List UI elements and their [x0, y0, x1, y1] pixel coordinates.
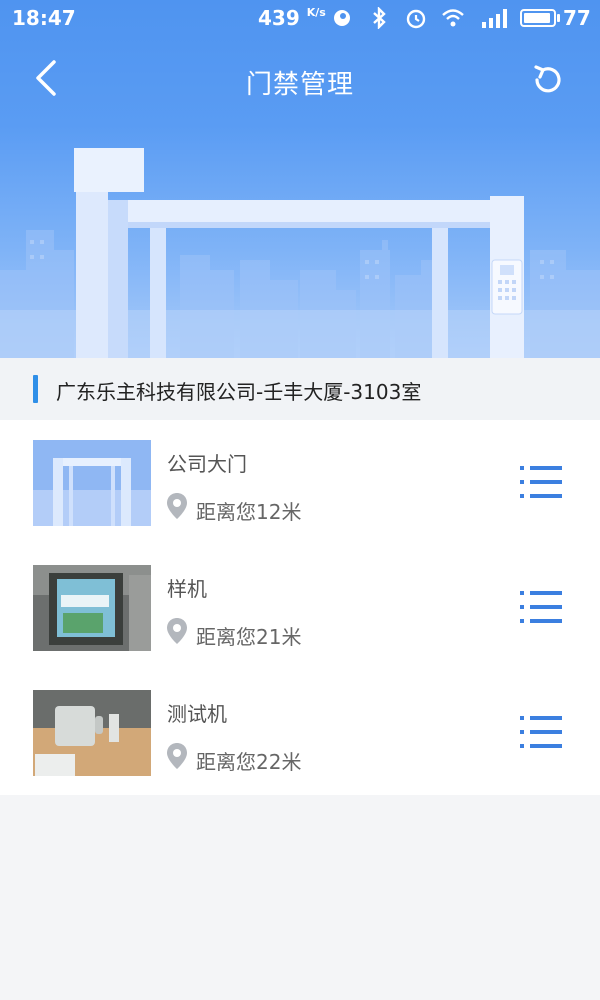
address-bar: 广东乐主科技有限公司-壬丰大厦-3103室 — [0, 358, 600, 420]
bluetooth-icon — [373, 7, 386, 29]
door-name: 公司大门 — [167, 452, 247, 476]
location-pin-icon — [167, 618, 187, 644]
address-text: 广东乐主科技有限公司-壬丰大厦-3103室 — [56, 380, 422, 404]
4g-signal-icon — [482, 9, 507, 28]
page-title: 门禁管理 — [245, 70, 354, 100]
network-speed-value: 439 — [258, 6, 300, 30]
door-list: 公司大门 距离您12米 样机 距离您21米 测试机 距离您22米 — [0, 420, 600, 795]
list-item[interactable]: 公司大门 距离您12米 — [0, 420, 600, 545]
door-name: 测试机 — [167, 702, 227, 726]
network-speed-unit: K/s — [306, 6, 326, 19]
door-distance: 距离您22米 — [196, 750, 302, 774]
battery-icon — [520, 9, 556, 27]
list-item[interactable]: 样机 距离您21米 — [0, 545, 600, 670]
refresh-icon[interactable] — [524, 56, 572, 104]
gate-thumbnail — [33, 440, 151, 526]
nav-bar: 门禁管理 — [0, 44, 600, 114]
list-menu-icon[interactable] — [512, 462, 568, 502]
list-menu-icon[interactable] — [512, 712, 568, 752]
header-banner: 18:47 439 K/s 77 门禁管理 — [0, 0, 600, 358]
status-icons — [330, 7, 508, 29]
network-speed: 439 K/s — [258, 6, 326, 30]
notification-icon — [334, 10, 350, 26]
list-item[interactable]: 测试机 距离您22米 — [0, 670, 600, 795]
battery-nub — [557, 14, 560, 22]
prototype-thumbnail — [33, 565, 151, 651]
location-pin-icon — [167, 743, 187, 769]
skyline-illustration — [0, 148, 600, 358]
wifi-icon — [442, 9, 464, 27]
status-bar: 18:47 439 K/s 77 — [0, 0, 600, 36]
test-device-thumbnail — [33, 690, 151, 776]
door-name: 样机 — [167, 577, 207, 601]
address-accent-bar — [33, 375, 38, 403]
list-menu-icon[interactable] — [512, 587, 568, 627]
status-time: 18:47 — [12, 6, 76, 30]
alarm-icon — [406, 9, 426, 29]
battery-percent: 77 — [563, 6, 591, 30]
location-pin-icon — [167, 493, 187, 519]
door-distance: 距离您21米 — [196, 625, 302, 649]
door-distance: 距离您12米 — [196, 500, 302, 524]
